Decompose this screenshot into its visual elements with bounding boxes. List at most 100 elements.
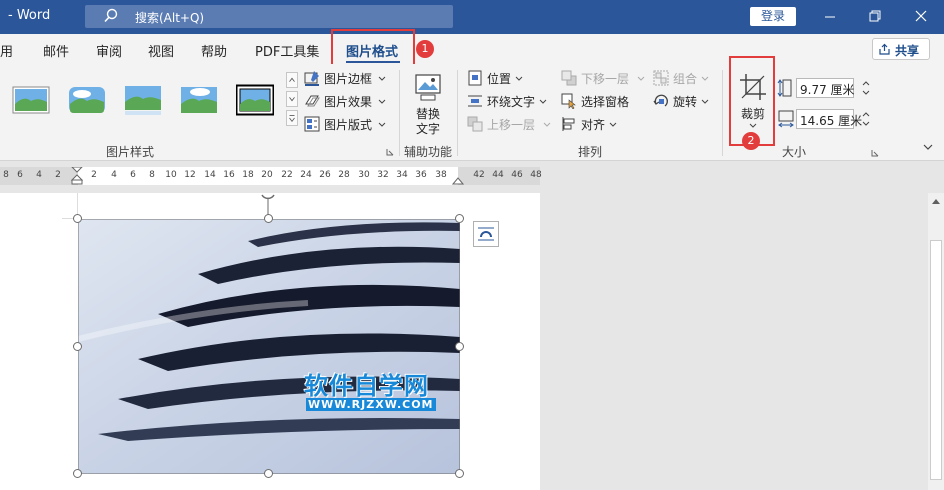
tab-review[interactable]: 审阅 [96,41,122,60]
picture-border-label: 图片边框 [324,72,373,86]
chevron-down-icon [701,99,709,104]
ribbon: 图片边框 图片效果 图片版式 图片样式 替换 文字 辅助功能 位置 环绕文字 上… [0,64,944,161]
layout-options-button[interactable] [473,221,499,247]
align-button[interactable]: 对齐 [561,115,621,135]
selected-picture[interactable] [78,219,460,474]
picture-style-thumb-3[interactable] [124,84,162,116]
search-input[interactable]: 搜索(Alt+Q) [85,5,453,28]
minimize-icon[interactable] [807,0,853,34]
rotate-icon [653,94,668,107]
picture-effects-icon [305,95,320,107]
tab-help[interactable]: 帮助 [201,41,227,60]
wrap-text-button[interactable]: 环绕文字 [467,92,551,112]
arrange-group-label: 排列 [578,145,603,159]
picture-style-thumb-1[interactable] [12,84,50,116]
send-backward-button[interactable]: 下移一层 [561,69,649,89]
scroll-up-icon[interactable] [930,196,942,208]
picture-border-button[interactable]: 图片边框 [304,69,388,89]
width-icon [778,110,794,128]
rotate-label: 旋转 [673,95,698,109]
chevron-down-icon [543,122,551,127]
resize-handle[interactable] [455,214,464,223]
scroll-thumb[interactable] [930,240,942,480]
alt-text-label-2: 文字 [416,122,441,136]
dialog-launcher-icon[interactable] [386,148,394,156]
position-button[interactable]: 位置 [467,69,527,89]
right-indent-marker-icon[interactable] [452,175,464,185]
tab-references[interactable]: 用 [0,41,13,60]
ruler-number: 46 [511,170,523,180]
ruler-number: 8 [149,170,155,180]
chevron-down-icon [378,99,386,104]
selection-pane-icon [561,93,576,109]
layout-options-icon [478,227,494,241]
gallery-down-icon[interactable] [286,91,298,107]
collapse-ribbon-icon[interactable] [922,142,934,152]
resize-handle[interactable] [264,469,273,478]
search-icon [104,8,118,23]
send-backward-label: 下移一层 [581,72,630,86]
close-icon[interactable] [898,0,944,34]
group-label: 组合 [673,72,698,86]
picture-style-thumb-5[interactable] [236,84,274,116]
ruler-number: 44 [492,170,504,180]
alt-text-icon [415,74,441,101]
bring-forward-label: 上移一层 [487,118,536,132]
bring-forward-button[interactable]: 上移一层 [467,115,555,135]
picture-layout-button[interactable]: 图片版式 [304,115,388,135]
ruler-number: 2 [55,170,61,180]
horizontal-ruler[interactable]: 8 6 4 2 2 4 6 8 10 12 14 16 18 20 22 24 … [0,167,542,185]
share-button[interactable]: 共享 [872,38,930,60]
alt-text-button[interactable]: 替换 文字 [405,70,451,140]
login-button[interactable]: 登录 [750,7,796,26]
chevron-down-icon [378,122,386,127]
width-input[interactable]: 14.65 厘米 [796,109,862,129]
picture-style-thumb-2[interactable] [68,84,106,116]
tab-mailings[interactable]: 邮件 [43,41,69,60]
picture-style-thumb-4[interactable] [180,84,218,116]
picture-effects-label: 图片效果 [324,95,373,109]
resize-handle[interactable] [264,214,273,223]
ruler-number: 4 [36,170,42,180]
selection-pane-label: 选择窗格 [581,95,630,109]
height-input[interactable]: 9.77 厘米 [796,78,855,98]
rotate-handle-icon[interactable] [258,193,278,215]
chevron-down-icon [637,76,645,81]
resize-handle[interactable] [73,342,82,351]
tab-highlight-box [331,29,415,69]
search-placeholder: 搜索(Alt+Q) [135,11,205,25]
chevron-down-icon [515,76,523,81]
picture-styles-group-label: 图片样式 [106,145,155,159]
picture-layout-label: 图片版式 [324,118,373,132]
dialog-launcher-icon[interactable] [871,149,879,157]
resize-handle[interactable] [73,469,82,478]
height-spinner-icon[interactable] [860,78,872,98]
restore-icon[interactable] [852,0,898,34]
share-label: 共享 [895,44,920,58]
gallery-more-icon[interactable] [286,110,298,126]
step-badge-1: 1 [416,40,434,58]
height-icon [777,79,792,97]
rotate-button[interactable]: 旋转 [653,92,713,112]
resize-handle[interactable] [455,342,464,351]
resize-handle[interactable] [73,214,82,223]
tab-view[interactable]: 视图 [148,41,174,60]
picture-effects-button[interactable]: 图片效果 [304,92,388,112]
share-icon [879,43,890,55]
ruler-number: 18 [242,170,254,180]
height-value: 9.77 厘米 [800,83,855,97]
group-objects-button[interactable]: 组合 [653,69,713,89]
ruler-number: 4 [111,170,117,180]
watermark-text: 软件自学网 [304,372,429,400]
selection-pane-button[interactable]: 选择窗格 [561,92,641,112]
app-title: - Word [8,8,51,23]
width-value: 14.65 厘米 [800,114,863,128]
gallery-up-icon[interactable] [286,72,298,88]
width-spinner-icon[interactable] [860,109,872,129]
indent-marker-icon[interactable] [71,167,83,185]
ruler-number: 38 [435,170,447,180]
tab-pdf-tools[interactable]: PDF工具集 [255,41,319,60]
ruler-number: 22 [281,170,293,180]
ruler-number: 42 [473,170,485,180]
resize-handle[interactable] [455,469,464,478]
